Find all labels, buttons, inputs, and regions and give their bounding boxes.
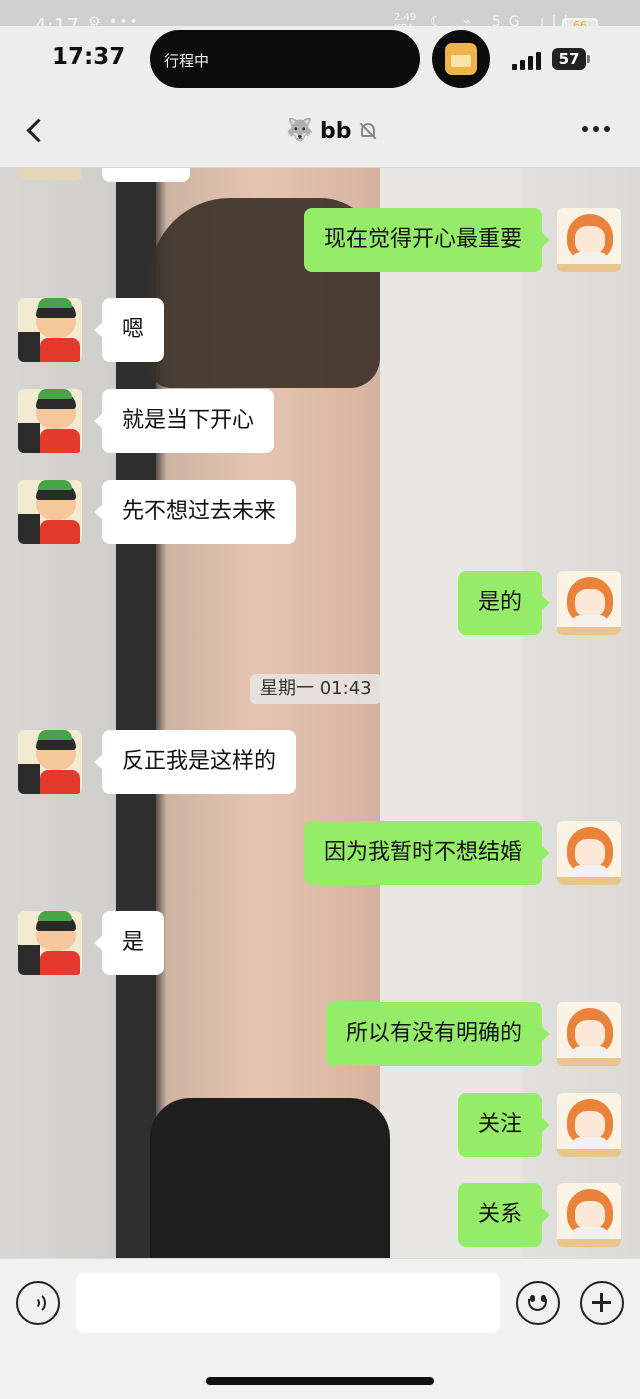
island-activity-text: 行程中 [164,52,210,70]
message-row: 先不想过去未来 [0,480,640,544]
message-row: 是的 [0,571,640,635]
message-bubble-received[interactable]: 嗯 [93,298,165,362]
message-bubble-sent[interactable]: 关注 [457,1093,551,1157]
message-row: 就是当下开心 [0,389,640,453]
message-bubble-sent[interactable]: 现在觉得开心最重要 [303,208,551,272]
home-indicator[interactable] [206,1377,434,1385]
message-input-bar [0,1258,640,1399]
my-avatar[interactable] [557,1093,621,1157]
dynamic-island[interactable]: 行程中 [150,30,420,88]
message-bubble-received[interactable]: 反正我是这样的 [93,730,297,794]
voice-input-icon[interactable] [16,1281,60,1325]
message-row: 因为我暂时不想结婚 [0,821,640,885]
mute-bell-icon [358,121,378,141]
message-bubble-sent[interactable]: 关系 [457,1183,551,1247]
battery-icon: 57 [552,48,586,70]
message-row: 嗯 [0,298,640,362]
message-row: 关系 [0,1183,640,1247]
chat-title: bb [320,118,352,144]
my-avatar[interactable] [557,208,621,272]
contact-avatar[interactable] [18,730,82,794]
back-chevron-icon[interactable] [22,112,52,148]
message-bubble-received[interactable]: 先不想过去未来 [93,480,297,544]
message-text-input[interactable] [76,1273,500,1333]
my-avatar[interactable] [557,1183,621,1247]
message-timestamp: 星期一 01:43 [250,674,382,704]
message-bubble-partial[interactable] [102,168,190,182]
wolf-emoji-icon: 🐺 [286,118,314,143]
island-app-bubble[interactable] [432,30,490,88]
my-avatar[interactable] [557,821,621,885]
message-bubble-received[interactable]: 就是当下开心 [93,389,275,453]
status-bar: 17:37 行程中 57 [0,26,640,92]
add-attachment-icon[interactable] [580,1281,624,1325]
status-time: 17:37 [52,44,126,70]
message-bubble-received[interactable]: 是 [93,911,165,975]
cellular-signal-icon [512,50,542,70]
contact-avatar[interactable] [18,911,82,975]
chat-header: 🐺 bb [0,92,640,168]
my-avatar[interactable] [557,1002,621,1066]
contact-avatar[interactable] [18,298,82,362]
message-bubble-sent[interactable]: 因为我暂时不想结婚 [303,821,551,885]
delivery-app-icon [445,43,477,75]
chat-title-group[interactable]: 🐺 bb [286,116,378,146]
more-options-icon[interactable] [582,126,612,134]
message-row: 现在觉得开心最重要 [0,208,640,272]
my-avatar[interactable] [557,571,621,635]
message-row: 关注 [0,1093,640,1157]
message-bubble-sent[interactable]: 是的 [457,571,551,635]
chat-message-list[interactable]: 现在觉得开心最重要 嗯 就是当下开心 先不想过去未来 是的 星期一 01:43 [0,168,640,1258]
message-row: 反正我是这样的 [0,730,640,794]
avatar-partial[interactable] [18,168,82,180]
battery-tip [587,55,590,63]
contact-avatar[interactable] [18,480,82,544]
emoji-icon[interactable] [516,1281,560,1325]
message-row: 是 [0,911,640,975]
message-row: 所以有没有明确的 [0,1002,640,1066]
contact-avatar[interactable] [18,389,82,453]
message-bubble-sent[interactable]: 所以有没有明确的 [325,1002,551,1066]
